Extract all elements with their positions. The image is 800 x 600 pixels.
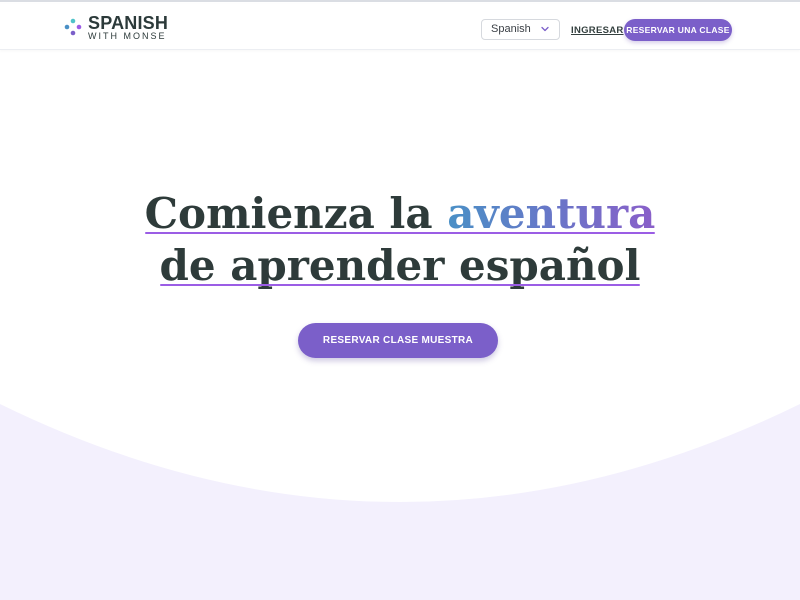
page: SPANISH WITH MONSE Spanish INGRESAR RESE… <box>0 0 800 600</box>
hero-title-line-2: de aprender español <box>159 240 641 292</box>
title-underline <box>159 284 641 286</box>
title-underline <box>144 232 656 234</box>
hero-title-prefix: Comienza la <box>144 189 448 238</box>
logo-name: SPANISH <box>88 13 169 33</box>
logo-mark-icon <box>64 18 82 36</box>
hero-title-line-2-text: de aprender español <box>159 241 641 290</box>
chevron-down-icon <box>541 26 549 32</box>
book-sample-class-button[interactable]: RESERVAR CLASE MUESTRA <box>298 323 498 358</box>
language-select[interactable]: Spanish <box>481 19 560 40</box>
logo[interactable]: SPANISH WITH MONSE <box>64 13 174 42</box>
hero-title-line-1: Comienza la aventura <box>144 188 656 240</box>
hero-title-accent: aventura <box>447 189 656 238</box>
hero-title: Comienza la aventura de aprender español <box>0 188 800 292</box>
logo-tagline: WITH MONSE <box>88 31 167 41</box>
background-wave <box>0 404 800 600</box>
site-header: SPANISH WITH MONSE Spanish INGRESAR RESE… <box>0 4 800 50</box>
book-class-button[interactable]: RESERVAR UNA CLASE <box>624 19 732 41</box>
language-select-value: Spanish <box>491 23 531 35</box>
login-link[interactable]: INGRESAR <box>571 25 624 36</box>
